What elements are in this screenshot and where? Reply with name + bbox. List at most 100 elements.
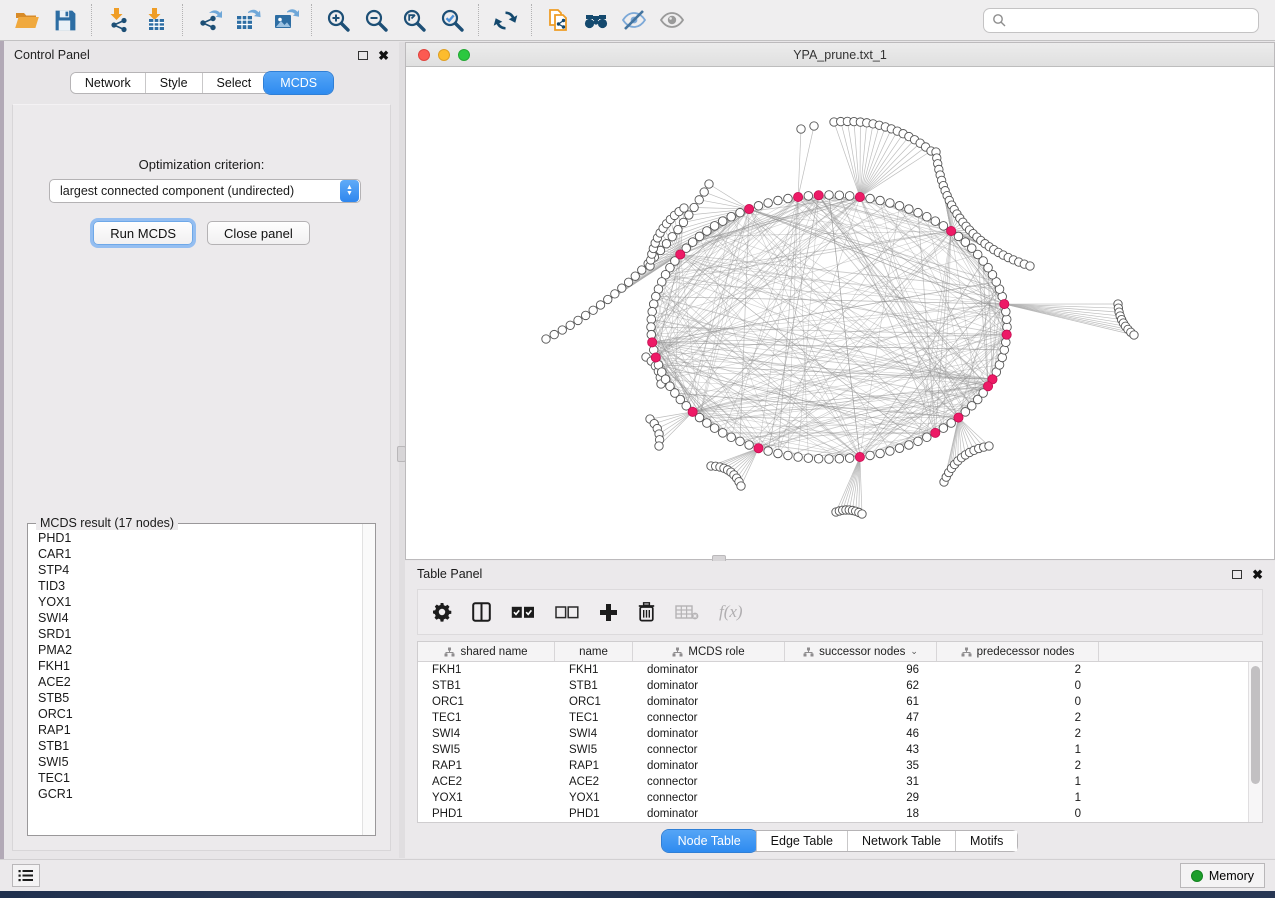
close-panel-icon[interactable]: ✖ <box>378 49 389 62</box>
result-node-item[interactable]: FKH1 <box>29 658 361 674</box>
network-titlebar[interactable]: YPA_prune.txt_1 <box>406 43 1274 67</box>
tab-node-table[interactable]: Node Table <box>662 830 757 852</box>
cell-predecessor-nodes: 1 <box>937 774 1099 790</box>
close-table-panel-icon[interactable]: ✖ <box>1252 568 1263 581</box>
hide-selected-button[interactable] <box>615 2 653 38</box>
result-node-item[interactable]: SWI4 <box>29 610 361 626</box>
search-input[interactable] <box>983 8 1259 33</box>
table-scrollbar-thumb[interactable] <box>1251 666 1260 784</box>
close-panel-button[interactable]: Close panel <box>207 221 310 245</box>
cell-name: PHD1 <box>555 806 633 822</box>
column-header-successor-nodes[interactable]: successor nodes⌄ <box>785 642 937 661</box>
show-all-button[interactable] <box>653 2 691 38</box>
result-node-item[interactable]: PHD1 <box>29 530 361 546</box>
desktop-wallpaper <box>0 891 1275 898</box>
result-node-item[interactable]: TEC1 <box>29 770 361 786</box>
column-view-button[interactable] <box>472 597 491 627</box>
tab-style[interactable]: Style <box>145 73 202 93</box>
column-header-shared-name[interactable]: shared name <box>418 642 555 661</box>
cell-name: YOX1 <box>555 790 633 806</box>
tab-mcds[interactable]: MCDS <box>264 72 333 94</box>
export-image-button[interactable] <box>266 2 304 38</box>
search-binoculars-button[interactable] <box>577 2 615 38</box>
select-all-button[interactable] <box>511 597 535 627</box>
table-settings-button[interactable] <box>432 597 452 627</box>
open-session-button[interactable] <box>8 2 46 38</box>
cell-name: STB1 <box>555 678 633 694</box>
table-row[interactable]: SWI4SWI4dominator462 <box>418 726 1248 742</box>
clone-network-icon <box>545 7 572 34</box>
memory-button[interactable]: Memory <box>1180 863 1265 888</box>
table-row[interactable]: FKH1FKH1dominator962 <box>418 662 1248 678</box>
table-row[interactable]: STB1STB1dominator620 <box>418 678 1248 694</box>
table-row[interactable]: ACE2ACE2connector311 <box>418 774 1248 790</box>
tab-network[interactable]: Network <box>71 73 145 93</box>
result-scrollbar[interactable] <box>362 524 375 835</box>
tab-select[interactable]: Select <box>202 73 266 93</box>
column-header-filler <box>1099 642 1262 661</box>
export-table-button[interactable] <box>228 2 266 38</box>
clone-network-button[interactable] <box>539 2 577 38</box>
result-node-item[interactable]: YOX1 <box>29 594 361 610</box>
cell-shared-name: YOX1 <box>418 790 555 806</box>
float-panel-icon[interactable] <box>358 51 368 60</box>
export-network-button[interactable] <box>190 2 228 38</box>
column-header-MCDS-role[interactable]: MCDS role <box>633 642 785 661</box>
task-history-button[interactable] <box>12 864 40 887</box>
column-header-name[interactable]: name <box>555 642 633 661</box>
unselect-all-button[interactable] <box>555 597 579 627</box>
cell-name: SWI5 <box>555 742 633 758</box>
float-table-panel-icon[interactable] <box>1232 570 1242 579</box>
cell-predecessor-nodes: 1 <box>937 790 1099 806</box>
table-row[interactable]: YOX1YOX1connector291 <box>418 790 1248 806</box>
column-hierarchy-icon <box>961 647 972 657</box>
search-icon <box>992 13 1007 28</box>
add-column-button[interactable] <box>599 597 618 627</box>
zoom-selected-button[interactable] <box>433 2 471 38</box>
tab-motifs[interactable]: Motifs <box>955 831 1017 851</box>
table-scrollbar[interactable] <box>1248 662 1262 822</box>
result-node-item[interactable]: TID3 <box>29 578 361 594</box>
result-node-item[interactable]: STB1 <box>29 738 361 754</box>
table-row[interactable]: ORC1ORC1dominator610 <box>418 694 1248 710</box>
table-row[interactable]: RAP1RAP1dominator352 <box>418 758 1248 774</box>
floppy-disk-icon <box>53 8 78 33</box>
result-node-item[interactable]: STB5 <box>29 690 361 706</box>
import-table-button[interactable] <box>137 2 175 38</box>
network-canvas[interactable] <box>406 67 1274 559</box>
cell-MCDS-role: connector <box>633 774 785 790</box>
result-node-item[interactable]: CAR1 <box>29 546 361 562</box>
result-node-item[interactable]: PMA2 <box>29 642 361 658</box>
refresh-view-button[interactable] <box>486 2 524 38</box>
result-node-item[interactable]: SWI5 <box>29 754 361 770</box>
table-row[interactable]: SWI5SWI5connector431 <box>418 742 1248 758</box>
zoom-selected-icon <box>439 7 466 34</box>
cell-successor-nodes: 62 <box>785 678 937 694</box>
result-node-item[interactable]: ACE2 <box>29 674 361 690</box>
table-row[interactable]: PHD1PHD1dominator180 <box>418 806 1248 822</box>
run-mcds-button[interactable]: Run MCDS <box>93 221 193 245</box>
cell-predecessor-nodes: 0 <box>937 806 1099 822</box>
table-row[interactable]: TEC1TEC1connector472 <box>418 710 1248 726</box>
cell-successor-nodes: 29 <box>785 790 937 806</box>
table-tabbar: Node TableEdge TableNetwork TableMotifs <box>662 830 1019 852</box>
cell-successor-nodes: 61 <box>785 694 937 710</box>
result-node-item[interactable]: RAP1 <box>29 722 361 738</box>
import-network-button[interactable] <box>99 2 137 38</box>
tab-network-table[interactable]: Network Table <box>847 831 955 851</box>
result-node-item[interactable]: SRD1 <box>29 626 361 642</box>
zoom-in-button[interactable] <box>319 2 357 38</box>
criterion-dropdown[interactable]: largest connected component (undirected)… <box>49 179 361 203</box>
column-header-predecessor-nodes[interactable]: predecessor nodes <box>937 642 1099 661</box>
result-node-item[interactable]: ORC1 <box>29 706 361 722</box>
cell-successor-nodes: 31 <box>785 774 937 790</box>
zoom-out-button[interactable] <box>357 2 395 38</box>
delete-column-button[interactable] <box>638 597 655 627</box>
save-session-button[interactable] <box>46 2 84 38</box>
cell-predecessor-nodes: 1 <box>937 742 1099 758</box>
tab-edge-table[interactable]: Edge Table <box>756 831 847 851</box>
zoom-fit-button[interactable] <box>395 2 433 38</box>
result-node-item[interactable]: STP4 <box>29 562 361 578</box>
result-node-item[interactable]: GCR1 <box>29 786 361 802</box>
unchecked-boxes-icon <box>555 606 579 619</box>
